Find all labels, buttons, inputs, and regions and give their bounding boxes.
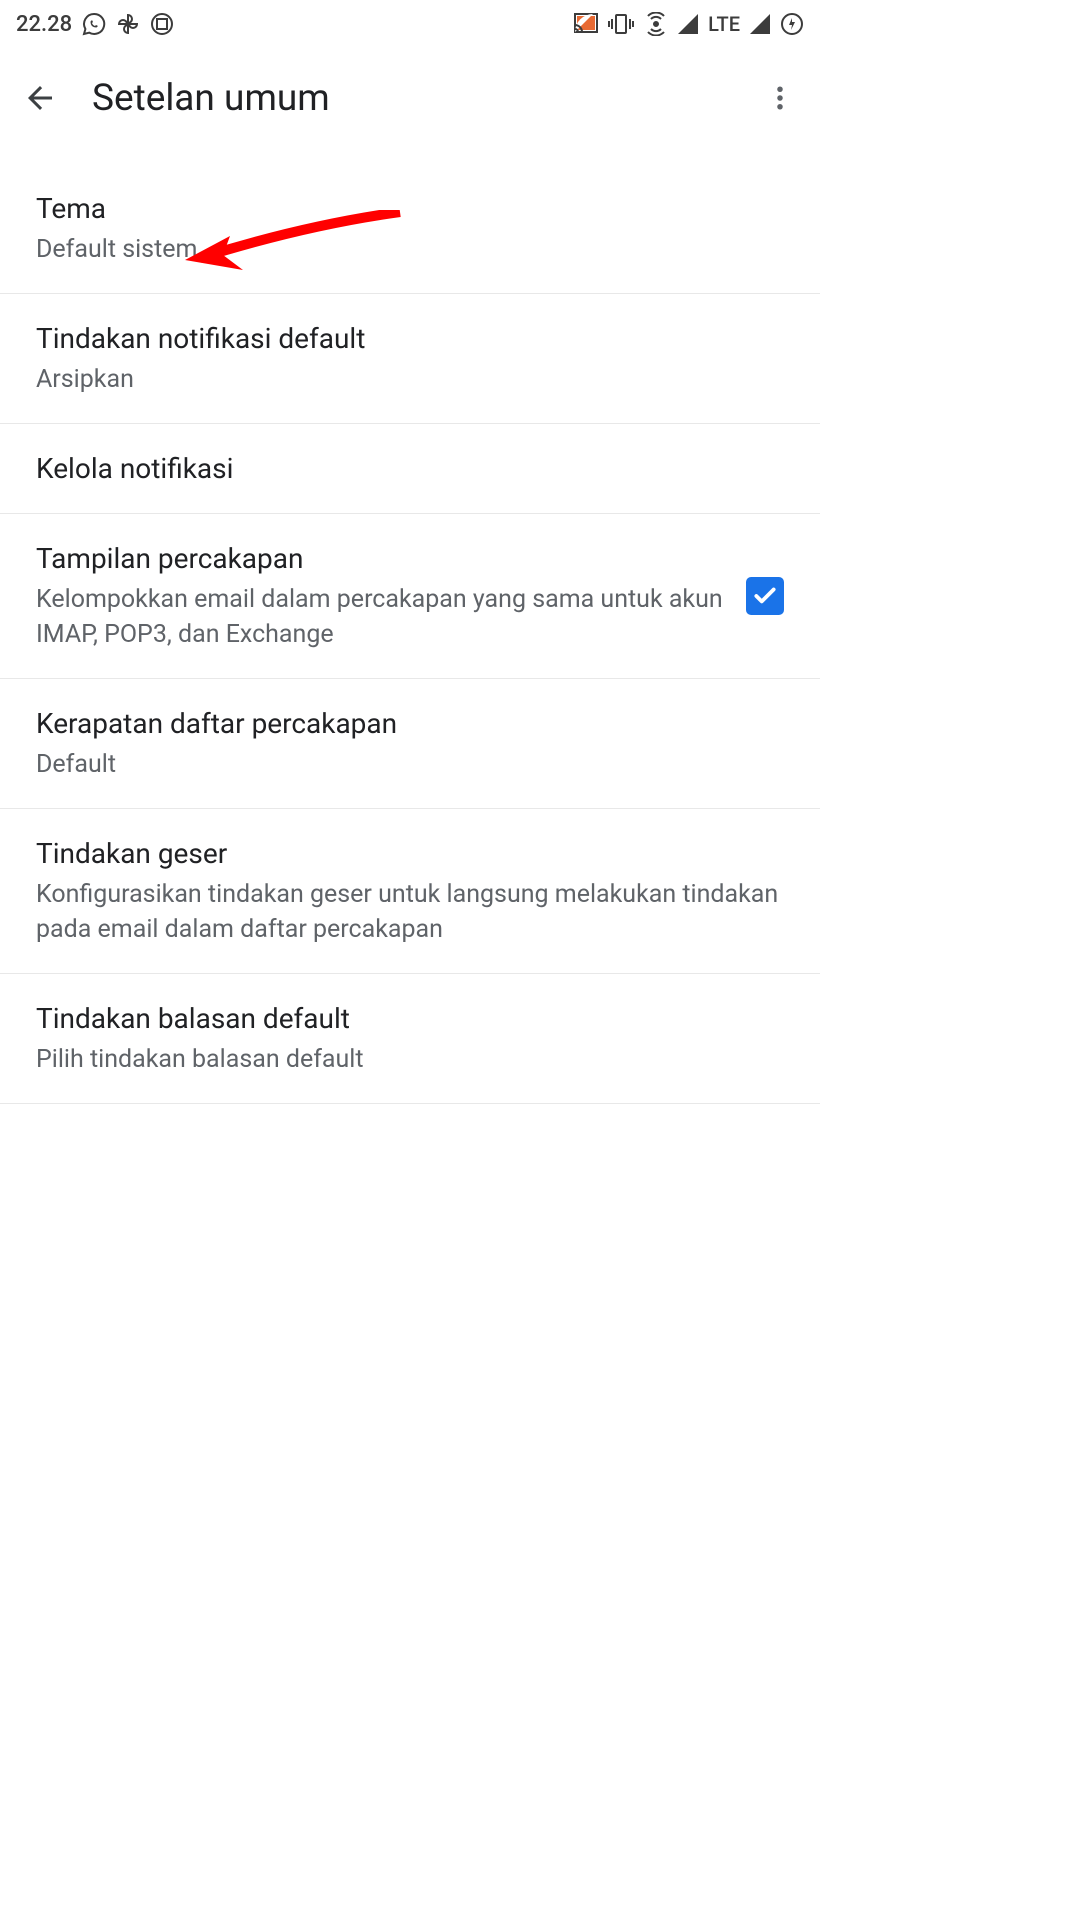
setting-list-density[interactable]: Kerapatan daftar percakapan Default [0, 679, 820, 809]
setting-subtitle: Kelompokkan email dalam percakapan yang … [36, 582, 726, 652]
settings-list: Tema Default sistem Tindakan notifikasi … [0, 148, 820, 1104]
setting-subtitle: Default [36, 747, 784, 782]
setting-title: Tindakan notifikasi default [36, 320, 784, 358]
more-vert-icon [765, 83, 795, 113]
battery-icon [780, 12, 804, 36]
setting-theme[interactable]: Tema Default sistem [0, 148, 820, 294]
setting-subtitle: Pilih tindakan balasan default [36, 1042, 784, 1077]
setting-default-notification-action[interactable]: Tindakan notifikasi default Arsipkan [0, 294, 820, 424]
page-title: Setelan umum [92, 77, 728, 120]
network-label: LTE [708, 12, 740, 36]
conversation-view-checkbox[interactable] [746, 577, 784, 615]
setting-title: Tindakan geser [36, 835, 784, 873]
app-bar: Setelan umum [0, 48, 820, 148]
setting-default-reply-action[interactable]: Tindakan balasan default Pilih tindakan … [0, 974, 820, 1104]
setting-conversation-view[interactable]: Tampilan percakapan Kelompokkan email da… [0, 514, 820, 679]
signal-icon [678, 14, 698, 34]
setting-title: Kelola notifikasi [36, 450, 784, 488]
setting-title: Kerapatan daftar percakapan [36, 705, 784, 743]
setting-subtitle: Default sistem [36, 232, 784, 267]
arrow-back-icon [22, 80, 58, 116]
cast-icon [574, 13, 598, 35]
status-time: 22.28 [16, 12, 72, 37]
status-bar: 22.28 [0, 0, 820, 48]
vibrate-icon [608, 13, 634, 35]
app-icon [150, 12, 174, 36]
signal-icon-2 [750, 14, 770, 34]
whatsapp-icon [82, 12, 106, 36]
overflow-menu-button[interactable] [756, 74, 804, 122]
setting-title: Tindakan balasan default [36, 1000, 784, 1038]
setting-title: Tema [36, 190, 784, 228]
setting-subtitle: Konfigurasikan tindakan geser untuk lang… [36, 877, 784, 947]
setting-title: Tampilan percakapan [36, 540, 726, 578]
setting-swipe-action[interactable]: Tindakan geser Konfigurasikan tindakan g… [0, 809, 820, 974]
setting-subtitle: Arsipkan [36, 362, 784, 397]
check-icon [752, 583, 778, 609]
back-button[interactable] [16, 74, 64, 122]
setting-manage-notifications[interactable]: Kelola notifikasi [0, 424, 820, 515]
hotspot-icon [644, 12, 668, 36]
pinwheel-icon [116, 12, 140, 36]
